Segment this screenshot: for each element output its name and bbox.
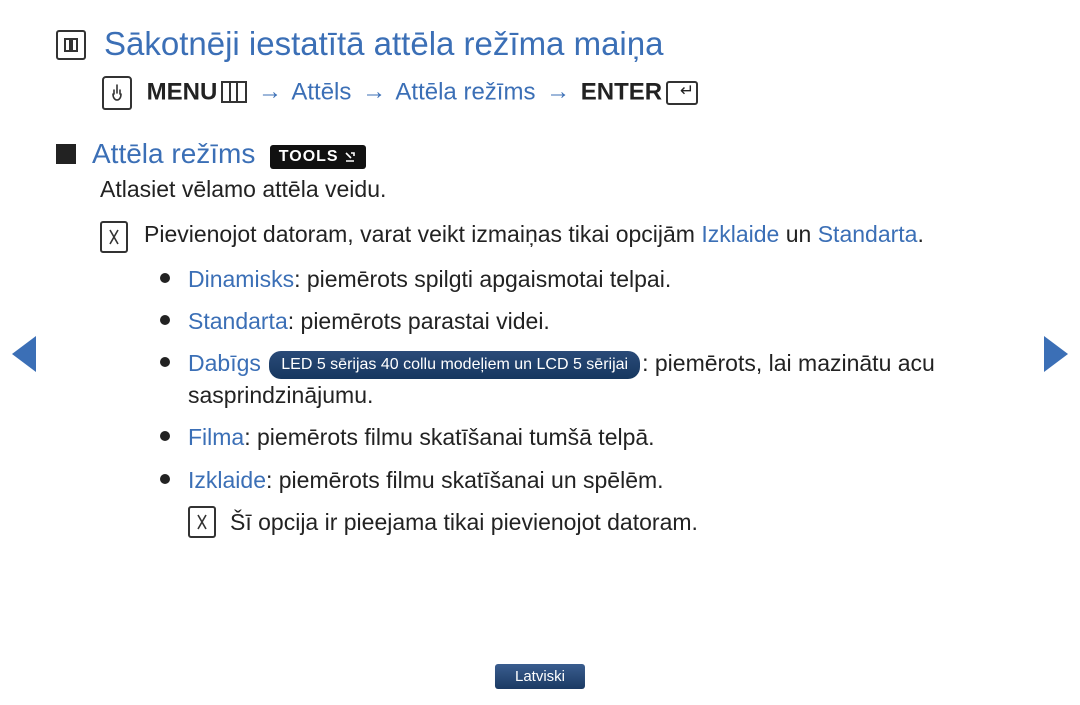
mode-text: : piemērots spilgti apgaismotai telpai. xyxy=(294,266,671,292)
breadcrumb: MENU → Attēls → Attēla režīms → ENTER xyxy=(102,76,1024,110)
note-icon xyxy=(100,221,128,253)
tools-badge: TOOLS xyxy=(270,145,366,169)
language-badge: Latviski xyxy=(495,664,585,689)
breadcrumb-step2: Attēla režīms xyxy=(395,78,535,105)
mode-text: : piemērots parastai videi. xyxy=(288,308,550,334)
hand-icon xyxy=(102,76,132,110)
mode-name: Filma xyxy=(188,424,244,450)
list-item: Dabīgs LED 5 sērijas 40 collu modeļiem u… xyxy=(160,347,1024,411)
breadcrumb-menu: MENU xyxy=(147,78,218,105)
mode-text: : piemērots filmu skatīšanai tumšā telpā… xyxy=(244,424,654,450)
next-page-button[interactable] xyxy=(1044,336,1068,372)
note-icon xyxy=(188,506,216,538)
note-computer-connect: Pievienojot datoram, varat veikt izmaiņa… xyxy=(144,221,1024,248)
list-item: Dinamisks: piemērots spilgti apgaismotai… xyxy=(160,263,1024,295)
mode-name: Standarta xyxy=(188,308,288,334)
section-description: Atlasiet vēlamo attēla veidu. xyxy=(100,176,1024,203)
tools-label: TOOLS xyxy=(279,148,339,166)
note-computer-only: Šī opcija ir pieejama tikai pievienojot … xyxy=(230,506,698,538)
menu-icon xyxy=(221,81,247,103)
breadcrumb-enter: ENTER xyxy=(581,78,662,105)
model-badge: LED 5 sērijas 40 collu modeļiem un LCD 5… xyxy=(269,351,640,379)
book-icon xyxy=(56,30,86,60)
page-title: Sākotnēji iestatītā attēla režīma maiņa xyxy=(104,24,663,64)
list-item: Izklaide: piemērots filmu skatīšanai un … xyxy=(160,464,1024,538)
list-item: Standarta: piemērots parastai videi. xyxy=(160,305,1024,337)
list-item: Filma: piemērots filmu skatīšanai tumšā … xyxy=(160,421,1024,453)
enter-icon xyxy=(666,81,698,105)
mode-name: Dabīgs xyxy=(188,350,261,376)
square-bullet-icon xyxy=(56,144,76,164)
prev-page-button[interactable] xyxy=(12,336,36,372)
mode-list: Dinamisks: piemērots spilgti apgaismotai… xyxy=(160,263,1024,538)
breadcrumb-step1: Attēls xyxy=(291,78,351,105)
section-heading: Attēla režīms xyxy=(92,138,255,169)
mode-name: Izklaide xyxy=(188,467,266,493)
mode-name: Dinamisks xyxy=(188,266,294,292)
mode-text: : piemērots filmu skatīšanai un spēlēm. xyxy=(266,467,664,493)
